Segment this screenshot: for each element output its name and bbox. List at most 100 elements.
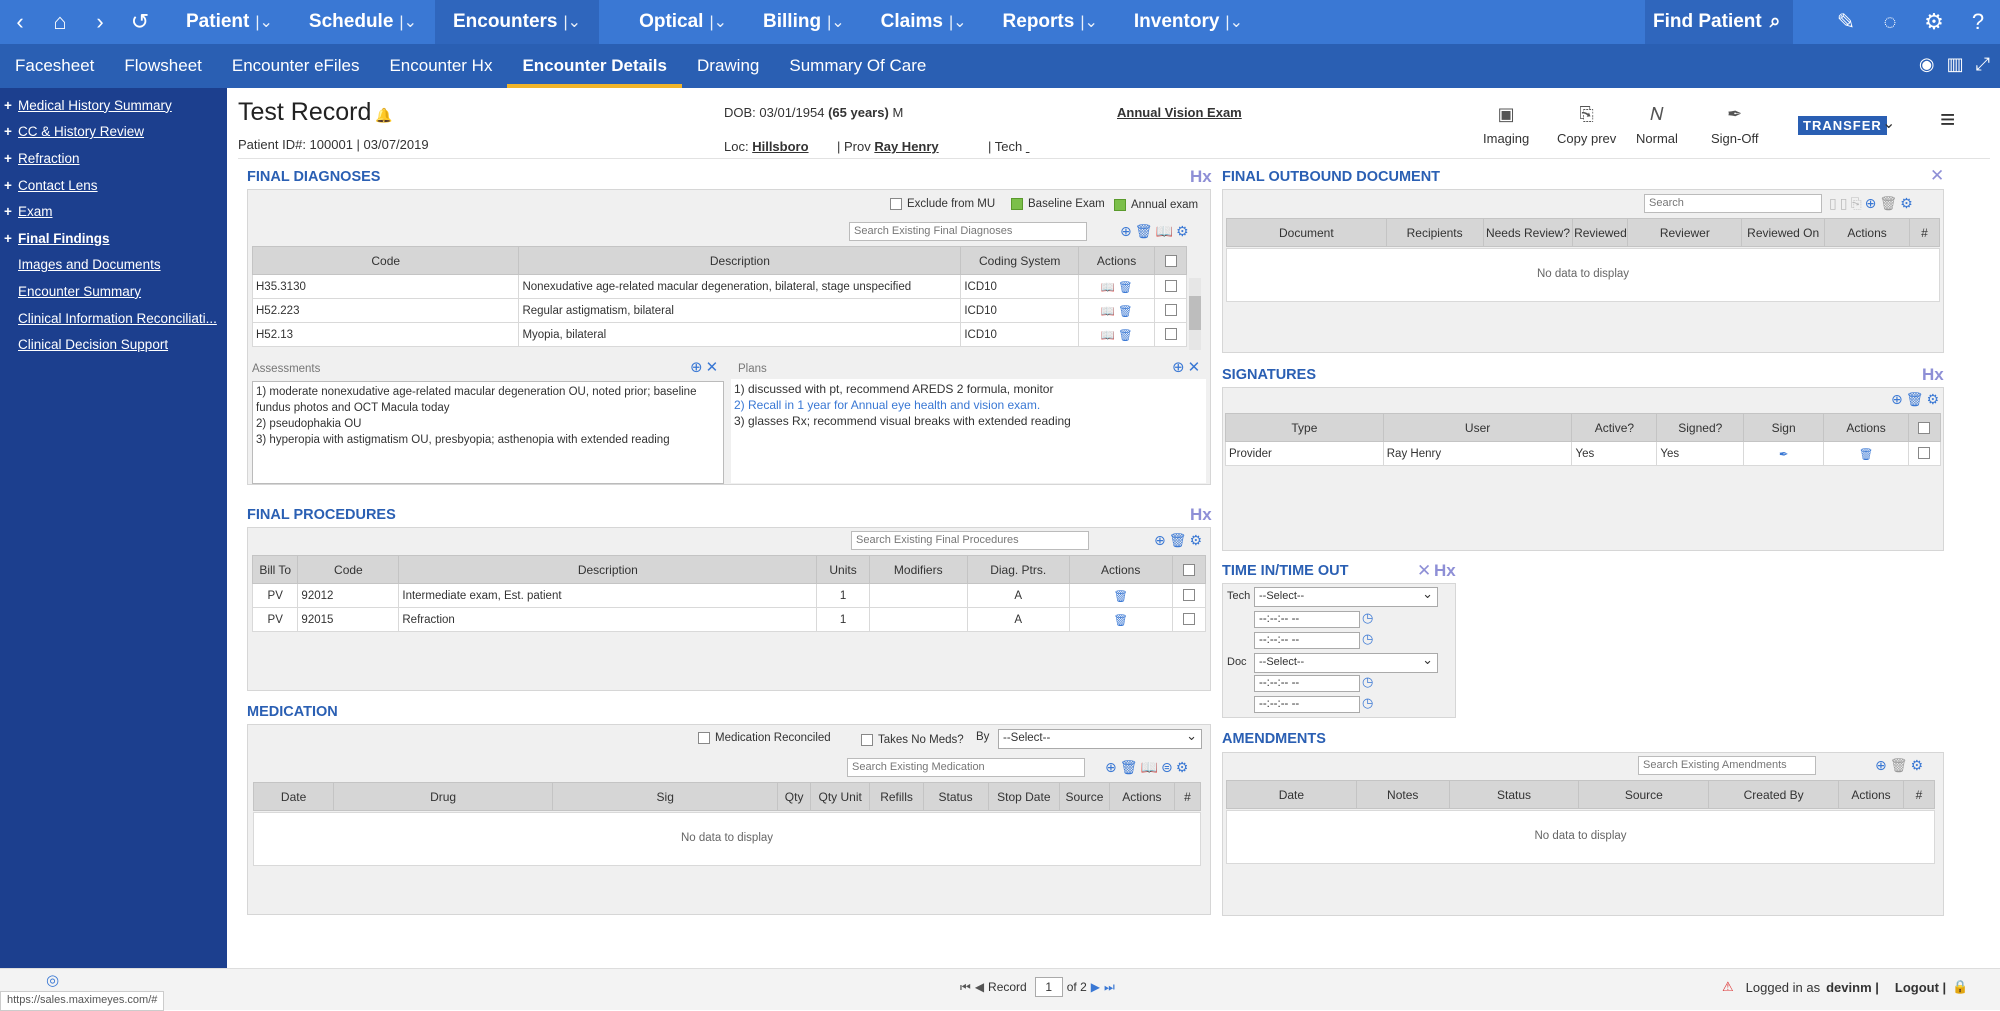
trash-icon[interactable]: 🗑 xyxy=(1113,615,1128,627)
tech-link[interactable] xyxy=(1026,139,1030,154)
home-icon[interactable]: ⌂ xyxy=(40,0,80,44)
checkbox[interactable] xyxy=(1182,589,1195,602)
column-header[interactable]: Date xyxy=(252,782,335,811)
checkbox[interactable] xyxy=(1011,198,1023,210)
column-header[interactable]: Document xyxy=(1226,218,1387,247)
column-header[interactable]: Coding System xyxy=(960,246,1080,275)
checkbox[interactable] xyxy=(1918,447,1931,460)
warning-icon[interactable]: ⚠ xyxy=(1722,979,1734,995)
menu-encounters[interactable]: Encounters |⌄ xyxy=(434,0,600,44)
history-icon[interactable]: ↺ xyxy=(120,0,160,44)
column-header[interactable]: Code xyxy=(251,246,520,275)
column-header[interactable]: Reviewed On xyxy=(1741,218,1826,247)
column-header[interactable]: Source xyxy=(1578,780,1710,809)
checkbox[interactable] xyxy=(861,734,873,746)
takes-no-meds-checkbox[interactable]: Takes No Meds? xyxy=(861,734,964,746)
loc-link[interactable]: Hillsboro xyxy=(752,139,808,154)
book-icon[interactable]: 📖 xyxy=(1156,223,1176,239)
table-row[interactable]: Provider Ray Henry Yes Yes ✒ 🗑 xyxy=(1225,441,1942,466)
sidebar-item-clinical-reconciliation[interactable]: Clinical Information Reconciliati... xyxy=(0,305,227,332)
column-header[interactable]: Created By xyxy=(1708,780,1840,809)
signatures-hx-link[interactable]: Hx xyxy=(1922,365,1944,385)
column-header[interactable]: Reviewer xyxy=(1627,218,1743,247)
menu-claims[interactable]: Claims |⌄ xyxy=(863,0,985,44)
book-icon[interactable]: 📖 xyxy=(1100,330,1114,342)
select-all-header[interactable] xyxy=(1154,246,1187,275)
sidebar-item-cc-history[interactable]: + CC & History Review xyxy=(0,119,227,146)
next-page-icon[interactable]: ▶ xyxy=(1091,980,1100,994)
clock-icon[interactable]: ◷ xyxy=(1362,674,1373,690)
column-header[interactable]: Needs Review? xyxy=(1482,218,1574,247)
trash-icon[interactable]: 🗑 xyxy=(1135,223,1156,239)
clock-icon[interactable]: ◷ xyxy=(1362,610,1373,626)
select-all-header[interactable] xyxy=(1907,413,1942,442)
trash-icon[interactable]: 🗑 xyxy=(1859,449,1874,461)
trash-icon[interactable]: 🗑 xyxy=(1113,591,1128,603)
column-header[interactable]: Code xyxy=(297,555,400,584)
clock-icon[interactable]: ◷ xyxy=(1362,695,1373,711)
column-header[interactable]: Status xyxy=(922,782,989,811)
trash-icon[interactable]: 🗑 xyxy=(1879,195,1900,211)
tab-encounter-details[interactable]: Encounter Details xyxy=(507,44,682,88)
checkbox[interactable] xyxy=(1164,255,1177,268)
assessments-textarea[interactable]: 1) moderate nonexudative age-related mac… xyxy=(252,381,724,484)
forward-icon[interactable]: › xyxy=(80,0,120,44)
trash-icon[interactable]: 🗑 xyxy=(1118,282,1133,294)
gear-icon[interactable]: ⚙ xyxy=(1927,391,1943,407)
file-icon[interactable]: ▯ xyxy=(1829,195,1840,211)
close-icon[interactable]: ✕ xyxy=(1417,561,1431,581)
chat-icon[interactable]: ◌ xyxy=(1868,9,1912,35)
by-select[interactable]: --Select-- xyxy=(998,728,1202,749)
tech-time-in-input[interactable]: --:--:-- -- xyxy=(1254,611,1360,628)
search-amendments-input[interactable]: Search Existing Amendments xyxy=(1638,756,1816,775)
menu-reports[interactable]: Reports |⌄ xyxy=(985,0,1116,44)
tech-time-out-input[interactable]: --:--:-- -- xyxy=(1254,632,1360,649)
column-header[interactable]: Active? xyxy=(1571,413,1658,442)
column-header[interactable]: Refills xyxy=(869,782,924,811)
checkbox[interactable] xyxy=(698,732,710,744)
column-header[interactable]: User xyxy=(1382,413,1573,442)
column-header[interactable]: Actions xyxy=(1824,218,1910,247)
sidebar-item-refraction[interactable]: + Refraction xyxy=(0,145,227,172)
prev-page-icon[interactable]: ◀ xyxy=(975,980,984,994)
time-hx-link[interactable]: Hx xyxy=(1434,561,1456,581)
doc-time-out-input[interactable]: --:--:-- -- xyxy=(1254,696,1360,713)
trash-icon[interactable]: 🗑 xyxy=(1120,759,1141,775)
trash-icon[interactable]: 🗑 xyxy=(1906,391,1927,407)
column-header[interactable]: # xyxy=(1173,782,1202,811)
gear-icon[interactable]: ⚙ xyxy=(1911,757,1927,773)
baseline-exam-checkbox[interactable]: Baseline Exam xyxy=(1011,198,1105,210)
column-header[interactable]: Modifiers xyxy=(868,555,968,584)
column-header[interactable]: Sign xyxy=(1743,413,1825,442)
trash-icon[interactable]: 🗑 xyxy=(1890,757,1911,773)
column-header[interactable]: Source xyxy=(1059,782,1110,811)
gear-icon[interactable]: ⚙ xyxy=(1900,195,1916,211)
add-icon[interactable]: ⊕ xyxy=(1105,759,1120,775)
book-icon[interactable]: 📖 xyxy=(1100,282,1114,294)
trash-icon[interactable]: 🗑 xyxy=(1169,532,1190,548)
sidebar-item-final-findings[interactable]: + Final Findings xyxy=(0,225,227,252)
first-page-icon[interactable]: ⏮ xyxy=(960,980,971,995)
checkbox[interactable] xyxy=(890,198,902,210)
menu-billing[interactable]: Billing |⌄ xyxy=(745,0,863,44)
tab-encounter-hx[interactable]: Encounter Hx xyxy=(374,44,507,88)
list-icon[interactable]: ⊜ xyxy=(1161,759,1176,775)
column-header[interactable]: Qty xyxy=(777,782,811,811)
search-final-procedures-input[interactable]: Search Existing Final Procedures xyxy=(851,531,1089,550)
search-final-diagnoses-input[interactable]: Search Existing Final Diagnoses xyxy=(849,222,1087,241)
book-icon[interactable]: 📖 xyxy=(1100,306,1114,318)
sidebar-item-exam[interactable]: + Exam xyxy=(0,198,227,225)
sidebar-item-medical-history[interactable]: + Medical History Summary xyxy=(0,92,227,119)
panel-toggle-icon[interactable]: ▥ xyxy=(1947,54,1964,75)
add-icon[interactable]: ⊕ xyxy=(1172,359,1188,376)
normal-button[interactable]: 𝑁 Normal xyxy=(1636,104,1678,146)
pen-icon[interactable]: ✒ xyxy=(1779,449,1789,461)
close-icon[interactable]: ✕ xyxy=(1188,359,1204,376)
search-outbound-input[interactable]: Search xyxy=(1644,194,1822,213)
last-page-icon[interactable]: ⏭ xyxy=(1104,980,1115,995)
column-header[interactable]: Type xyxy=(1225,413,1384,442)
menu-schedule[interactable]: Schedule |⌄ xyxy=(291,0,435,44)
column-header[interactable]: Qty Unit xyxy=(809,782,871,811)
column-header[interactable]: Units xyxy=(816,555,870,584)
add-icon[interactable]: ⊕ xyxy=(1891,391,1906,407)
